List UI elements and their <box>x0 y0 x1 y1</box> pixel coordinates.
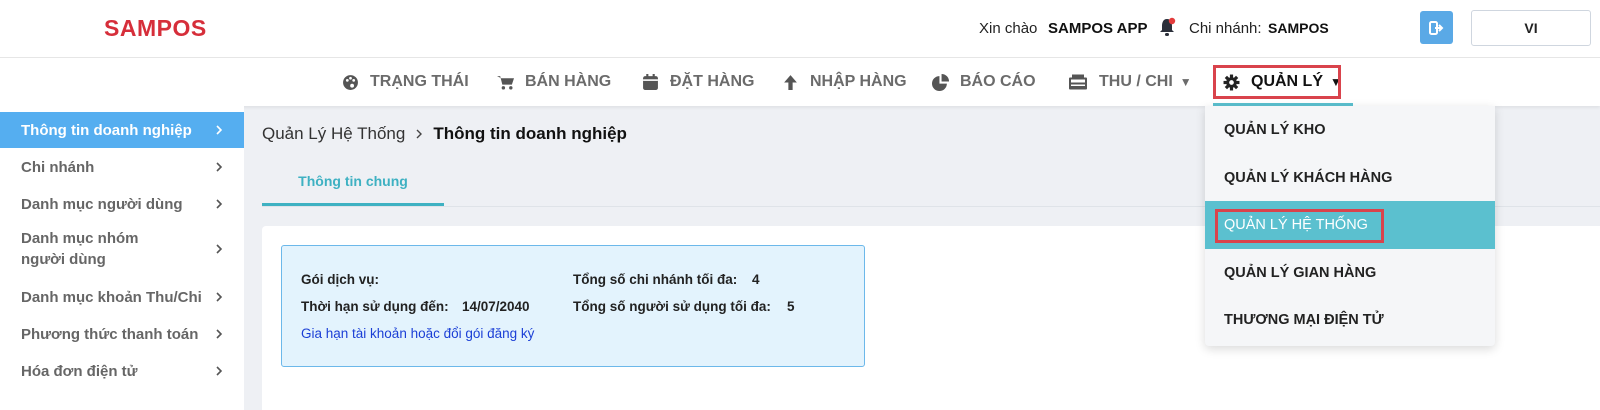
sidebar-item-danh-muc-nhom-nguoi-dung[interactable]: Danh mục nhóm người dùng <box>0 224 244 274</box>
sidebar-item-danh-muc-khoan-thu-chi[interactable]: Danh mục khoản Thu/Chi <box>0 279 244 315</box>
nav-item-bao-cao[interactable]: BÁO CÁO <box>932 58 1036 106</box>
calendar-icon <box>643 73 658 90</box>
max-branches-label: Tổng số chi nhánh tối đa: <box>573 272 738 287</box>
renew-subscription-link[interactable]: Gia hạn tài khoản hoặc đổi gói đăng ký <box>301 326 534 341</box>
language-selector[interactable]: VI <box>1471 10 1591 46</box>
greeting-text: Xin chào <box>979 20 1038 37</box>
chevron-right-icon <box>216 125 223 135</box>
nav-item-nhap-hang[interactable]: NHẬP HÀNG <box>782 58 907 106</box>
package-label: Gói dịch vụ: <box>301 272 380 287</box>
max-branches-value: 4 <box>752 272 760 287</box>
breadcrumb-current: Thông tin doanh nghiệp <box>433 124 627 143</box>
nav-item-thu-chi[interactable]: THU / CHI ▼ <box>1068 58 1192 106</box>
chevron-right-icon <box>216 244 223 254</box>
chevron-right-icon <box>216 329 223 339</box>
caret-down-icon: ▼ <box>1179 75 1192 89</box>
highlight-box <box>1215 209 1384 243</box>
user-name: SAMPOS APP <box>1048 20 1148 37</box>
sidebar-item-label: Danh mục người dùng <box>21 195 183 213</box>
pie-chart-icon <box>932 73 949 91</box>
menu-item-quan-ly-kho[interactable]: QUẢN LÝ KHO <box>1205 106 1495 154</box>
sidebar-item-danh-muc-nguoi-dung[interactable]: Danh mục người dùng <box>0 186 244 222</box>
menu-item-thuong-mai-dien-tu[interactable]: THƯƠNG MẠI ĐIỆN TỬ <box>1205 296 1495 344</box>
cash-register-icon <box>1069 74 1087 89</box>
chevron-right-icon <box>216 292 223 302</box>
breadcrumb-parent[interactable]: Quản Lý Hệ Thống <box>262 124 405 144</box>
nav-item-ban-hang[interactable]: BÁN HÀNG <box>497 58 611 106</box>
logout-button[interactable] <box>1420 11 1453 44</box>
branch-name: SAMPOS <box>1268 20 1329 36</box>
sidebar-item-chi-nhanh[interactable]: Chi nhánh <box>0 149 244 185</box>
chevron-right-icon <box>216 162 223 172</box>
highlight-box <box>1213 65 1341 99</box>
top-header: SAMPOS Xin chào SAMPOS APP Chi nhánh: SA… <box>0 0 1600 58</box>
nav-item-trang-thai[interactable]: TRẠNG THÁI <box>342 58 469 106</box>
chevron-right-icon <box>416 129 423 139</box>
menu-item-quan-ly-gian-hang[interactable]: QUẢN LÝ GIAN HÀNG <box>1205 249 1495 297</box>
expiry-label: Thời hạn sử dụng đến: <box>301 299 449 314</box>
cart-icon <box>497 75 514 90</box>
logout-icon <box>1428 20 1443 35</box>
sidebar-item-label: Thông tin doanh nghiệp <box>21 121 192 139</box>
nav-label: THU / CHI <box>1099 73 1173 90</box>
sidebar-item-thong-tin-doanh-nghiep[interactable]: Thông tin doanh nghiệp <box>0 112 244 148</box>
menu-item-quan-ly-khach-hang[interactable]: QUẢN LÝ KHÁCH HÀNG <box>1205 154 1495 202</box>
max-users-label: Tổng số người sử dụng tối đa: <box>573 299 771 314</box>
chevron-right-icon <box>216 366 223 376</box>
app-logo[interactable]: SAMPOS <box>104 15 207 42</box>
sidebar-item-hoa-don-dien-tu[interactable]: Hóa đơn điện tử <box>0 353 244 389</box>
sidebar-item-label: Danh mục nhóm người dùng <box>21 230 139 268</box>
nav-label: TRẠNG THÁI <box>370 73 469 90</box>
chevron-right-icon <box>216 199 223 209</box>
bell-icon[interactable] <box>1158 17 1176 37</box>
nav-label: NHẬP HÀNG <box>810 73 907 90</box>
sidebar-item-label: Danh mục khoản Thu/Chi <box>21 288 202 306</box>
sidebar-item-label: Phương thức thanh toán <box>21 325 199 343</box>
main-nav: TRẠNG THÁI BÁN HÀNG ĐẶT HÀNG NHẬP HÀNG B… <box>0 58 1600 106</box>
nav-label: ĐẶT HÀNG <box>670 73 755 90</box>
tab-thong-tin-chung[interactable]: Thông tin chung <box>262 173 444 189</box>
palette-icon <box>343 74 358 90</box>
sidebar: Thông tin doanh nghiệp Chi nhánh Danh mụ… <box>0 106 244 410</box>
breadcrumb: Quản Lý Hệ Thống Thông tin doanh nghiệp <box>262 124 627 144</box>
max-users-value: 5 <box>787 299 795 314</box>
nav-label: BÁO CÁO <box>960 73 1036 90</box>
sidebar-item-label: Chi nhánh <box>21 158 95 176</box>
sidebar-item-phuong-thuc-thanh-toan[interactable]: Phương thức thanh toán <box>0 316 244 352</box>
branch-label: Chi nhánh: <box>1189 20 1262 37</box>
tab-active-underline <box>262 203 444 206</box>
expiry-value: 14/07/2040 <box>462 299 530 314</box>
arrow-up-icon <box>784 74 797 90</box>
sidebar-item-label: Hóa đơn điện tử <box>21 362 138 380</box>
nav-label: BÁN HÀNG <box>525 73 612 90</box>
nav-item-dat-hang[interactable]: ĐẶT HÀNG <box>642 58 754 106</box>
